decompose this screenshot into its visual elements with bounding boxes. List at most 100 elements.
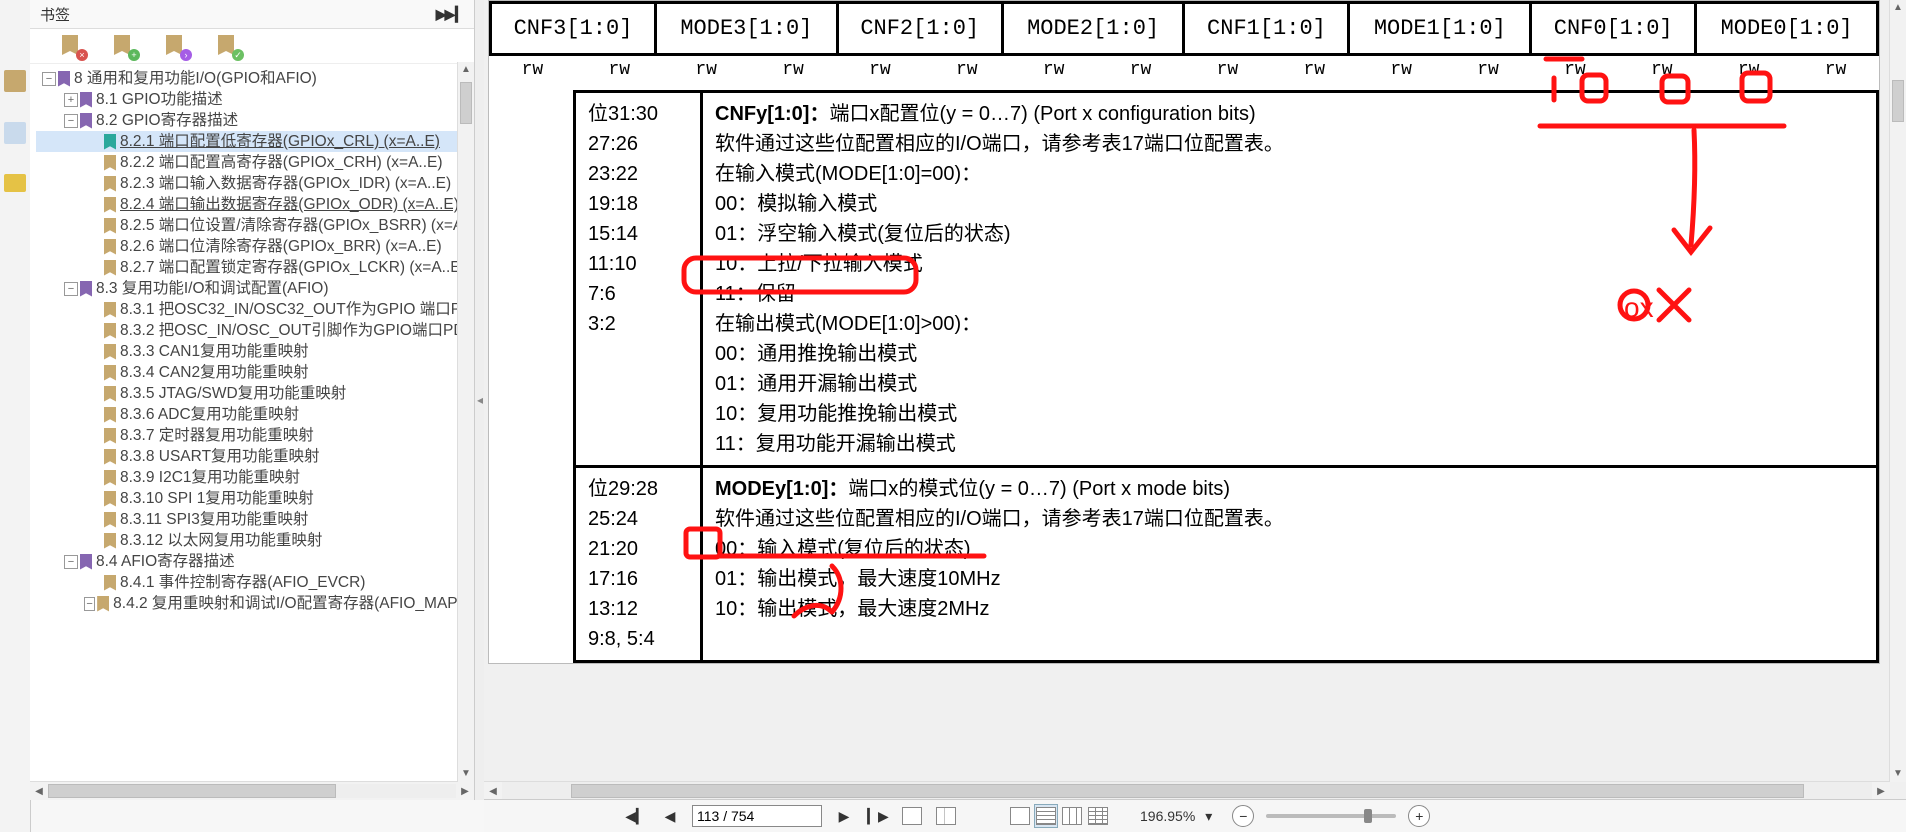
fit-width-icon [936,807,956,825]
fit-width-button[interactable] [934,804,958,828]
bookmark-add-button[interactable]: + [114,35,136,57]
tree-node[interactable]: + 8.1 GPIO功能描述 [36,89,474,110]
comments-tab-icon[interactable] [4,174,26,192]
view-mode-group [1008,804,1110,828]
tree-node[interactable]: 8.3.6 ADC复用功能重映射 [36,404,474,425]
tree-node[interactable]: 8.2.6 端口位清除寄存器(GPIOx_BRR) (x=A..E) [36,236,474,257]
bookmark-label: 8.1 GPIO功能描述 [96,89,223,110]
collapse-icon[interactable]: − [84,597,95,611]
bit-range: 11:10 [588,249,688,279]
tree-node[interactable]: 8.2.5 端口位设置/清除寄存器(GPIOx_BSRR) (x=A..E) [36,215,474,236]
tree-node[interactable]: 8.2.4 端口输出数据寄存器(GPIOx_ODR) (x=A..E) [36,194,474,215]
bookmark-label: 8.3.8 USART复用功能重映射 [120,446,320,467]
bit-range: 3:2 [588,309,688,339]
bookmark-check-button[interactable]: ✓ [218,35,240,57]
zoom-slider-thumb[interactable] [1364,809,1372,823]
scroll-down-icon[interactable]: ▼ [1890,766,1906,782]
hscroll-track[interactable] [48,784,456,798]
hscroll-thumb[interactable] [571,784,1804,798]
tree-node[interactable]: 8.3.2 把OSC_IN/OSC_OUT引脚作为GPIO端口PD0/PD1 [36,320,474,341]
fit-page-button[interactable] [900,804,924,828]
tree-node[interactable]: − 8.4 AFIO寄存器描述 [36,551,474,572]
next-page-button[interactable]: ▶ [832,804,856,828]
tree-node[interactable]: 8.3.9 I2C1复用功能重映射 [36,467,474,488]
cnf-desc-cell: CNFy[1:0]：端口x配置位(y = 0…7) (Port x config… [702,92,1878,467]
sidebar-hscroll[interactable]: ◀ ▶ [30,781,474,800]
tree-node[interactable]: 8.3.1 把OSC32_IN/OSC32_OUT作为GPIO 端口PC14/P… [36,299,474,320]
collapse-panel-icon[interactable]: ▶▶ ▎ [436,6,464,23]
tree-node[interactable]: 8.3.5 JTAG/SWD复用功能重映射 [36,383,474,404]
register-header-table: CNF3[1:0] MODE3[1:0] CNF2[1:0] MODE2[1:0… [489,1,1879,56]
bookmark-label: 8.3.4 CAN2复用功能重映射 [120,362,309,383]
tree-node[interactable]: − 8.4.2 复用重映射和调试I/O配置寄存器(AFIO_MAPR) [36,593,474,614]
zoom-dropdown-icon[interactable]: ▾ [1205,808,1212,825]
tree-node[interactable]: 8.3.7 定时器复用功能重映射 [36,425,474,446]
vscroll-thumb[interactable] [460,82,472,124]
bookmark-icon [104,197,116,213]
bookmarks-header: 书签 ▶▶ ▎ [30,0,474,29]
tree-node[interactable]: − 8.2 GPIO寄存器描述 [36,110,474,131]
main-hscroll[interactable]: ◀ ▶ [484,781,1890,800]
bookmark-icon [104,302,116,318]
scroll-up-icon[interactable]: ▲ [458,62,474,78]
tree-node[interactable]: 8.2.7 端口配置锁定寄存器(GPIOx_LCKR) (x=A..E) [36,257,474,278]
tree-node[interactable]: 8.3.4 CAN2复用功能重映射 [36,362,474,383]
bookmark-tab-icon[interactable] [4,70,26,92]
bookmark-label: 8.3.2 把OSC_IN/OSC_OUT引脚作为GPIO端口PD0/PD1 [120,320,474,341]
expand-icon[interactable]: + [64,93,78,107]
scroll-up-icon[interactable]: ▲ [1890,0,1906,16]
single-page-icon [1010,807,1030,825]
tree-node[interactable]: 8.3.8 USART复用功能重映射 [36,446,474,467]
scroll-right-icon[interactable]: ▶ [456,783,474,799]
last-page-button[interactable]: ▎▶ [866,804,890,828]
collapse-icon[interactable]: − [64,114,78,128]
main-vscroll[interactable]: ▲ ▼ [1889,0,1906,782]
pages-tab-icon[interactable] [4,122,26,144]
continuous-facing-view-button[interactable] [1086,804,1110,828]
mode-opt-highlighted: 00：输入模式(复位后的状态) [715,534,1864,564]
page-number-input[interactable] [692,805,822,827]
bookmark-icon [80,554,92,570]
bookmarks-tree[interactable]: − 8 通用和复用功能I/O(GPIO和AFIO) + 8.1 GPIO功能描述… [30,64,474,800]
tree-node[interactable]: − 8.3 复用功能I/O和调试配置(AFIO) [36,278,474,299]
bookmark-icon [104,533,116,549]
bookmark-icon [104,575,116,591]
sidebar-vscroll[interactable]: ▲ ▼ [457,62,474,782]
continuous-view-button[interactable] [1034,804,1058,828]
hscroll-thumb[interactable] [48,784,336,798]
document-viewport[interactable]: CNF3[1:0] MODE3[1:0] CNF2[1:0] MODE2[1:0… [484,0,1906,800]
reg-header-cell: CNF3[1:0] [491,3,656,55]
collapse-icon[interactable]: − [64,555,78,569]
zoom-out-button[interactable]: − [1232,805,1254,827]
collapse-icon[interactable]: − [64,282,78,296]
scroll-down-icon[interactable]: ▼ [458,766,474,782]
tree-node[interactable]: − 8 通用和复用功能I/O(GPIO和AFIO) [36,68,474,89]
bookmark-label: 8.3.11 SPI3复用功能重映射 [120,509,308,530]
tree-node[interactable]: 8.3.10 SPI 1复用功能重映射 [36,488,474,509]
bit-range: 27:26 [588,129,688,159]
facing-view-button[interactable] [1060,804,1084,828]
vscroll-thumb[interactable] [1892,80,1904,122]
first-page-button[interactable]: ◀▎ [624,804,648,828]
bookmark-icon [104,176,116,192]
tree-node[interactable]: 8.4.1 事件控制寄存器(AFIO_EVCR) [36,572,474,593]
tree-node[interactable]: 8.3.12 以太网复用功能重映射 [36,530,474,551]
tree-node[interactable]: 8.3.11 SPI3复用功能重映射 [36,509,474,530]
bookmark-goto-button[interactable]: › [166,35,188,57]
tree-node[interactable]: 8.2.3 端口输入数据寄存器(GPIOx_IDR) (x=A..E) [36,173,474,194]
tree-node[interactable]: 8.2.2 端口配置高寄存器(GPIOx_CRH) (x=A..E) [36,152,474,173]
tree-node[interactable]: 8.3.3 CAN1复用功能重映射 [36,341,474,362]
zoom-slider[interactable] [1266,814,1396,818]
scroll-left-icon[interactable]: ◀ [30,783,48,799]
zoom-in-button[interactable]: + [1408,805,1430,827]
scroll-right-icon[interactable]: ▶ [1872,782,1890,800]
prev-page-button[interactable]: ◀ [658,804,682,828]
tree-node-selected[interactable]: 8.2.1 端口配置低寄存器(GPIOx_CRL) (x=A..E) [36,131,474,152]
hscroll-track[interactable] [502,782,1872,800]
rw-cell: rw [1010,56,1097,90]
single-page-view-button[interactable] [1008,804,1032,828]
scroll-left-icon[interactable]: ◀ [484,782,502,800]
cnf-opt: 00：通用推挽输出模式 [715,339,1864,369]
collapse-icon[interactable]: − [42,72,56,86]
bookmark-delete-button[interactable]: × [62,35,84,57]
